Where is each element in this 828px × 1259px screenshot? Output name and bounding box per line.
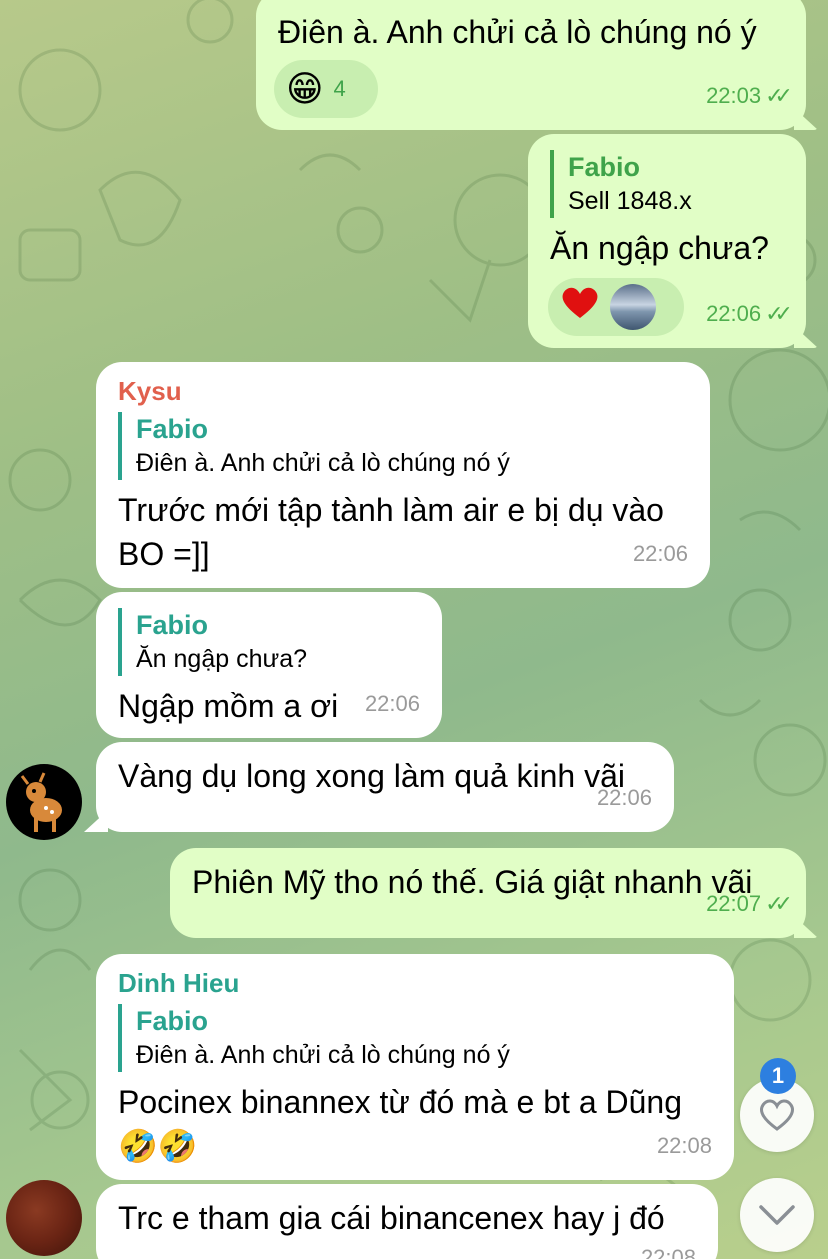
deer-icon [20, 772, 62, 832]
reactions-badge: 1 [760, 1058, 796, 1094]
reply-author: Fabio [568, 152, 640, 182]
reply-text: Sell 1848.x [568, 187, 692, 215]
reply-quote[interactable]: Fabio Sell 1848.x [550, 150, 784, 218]
message-time: 22:06 [596, 785, 652, 810]
message-emoji: 🤣🤣 [118, 1128, 198, 1164]
outgoing-message[interactable]: Phiên Mỹ tho nó thế. Giá giật nhanh vãi … [170, 848, 806, 938]
reply-quote[interactable]: Fabio Điên à. Anh chửi cả lò chúng nó ý [118, 1004, 712, 1072]
sender-avatar[interactable] [6, 764, 82, 840]
incoming-message[interactable]: Trc e tham gia cái binancenex hay j đó 2… [96, 1184, 718, 1259]
reaction-chip[interactable] [548, 278, 684, 336]
message-text-line: BO =]] [118, 536, 210, 572]
reaction-count: 4 [333, 76, 346, 101]
message-text: Ăn ngập chưa? [550, 230, 769, 266]
reaction-chip[interactable]: 😁 4 [274, 60, 378, 118]
message-text: Vàng dụ long xong làm quả kinh vãi [118, 758, 626, 794]
scroll-down-button[interactable] [740, 1178, 814, 1252]
double-check-icon: ✓✓ [765, 83, 793, 108]
sender-name[interactable]: Kysu [118, 374, 688, 408]
reactor-avatar [610, 284, 656, 330]
outgoing-message[interactable]: Điên à. Anh chửi cả lò chúng nó ý 😁 4 22… [256, 0, 806, 130]
reply-author: Fabio [136, 1006, 208, 1036]
sender-avatar[interactable] [6, 1180, 82, 1256]
message-time: 22:08 [656, 1133, 712, 1158]
message-text: Pocinex binannex từ đó mà e bt a Dũng [118, 1084, 682, 1120]
message-time: 22:06 ✓✓ [706, 292, 793, 336]
reply-quote[interactable]: Fabio Điên à. Anh chửi cả lò chúng nó ý [118, 412, 688, 480]
incoming-message[interactable]: Fabio Ăn ngập chưa? Ngập mồm a ơi 22:06 [96, 592, 442, 738]
grin-emoji-icon: 😁 [286, 68, 324, 109]
chevron-down-icon [759, 1205, 795, 1225]
message-time: 22:03 ✓✓ [706, 74, 793, 118]
message-time: 22:08 [640, 1245, 696, 1259]
sender-name[interactable]: Dinh Hieu [118, 966, 712, 1000]
reply-author: Fabio [136, 610, 208, 640]
reply-text: Điên à. Anh chửi cả lò chúng nó ý [136, 449, 510, 477]
heart-outline-icon [760, 1099, 794, 1131]
heart-reaction-icon [560, 284, 600, 331]
incoming-message[interactable]: Kysu Fabio Điên à. Anh chửi cả lò chúng … [96, 362, 710, 588]
message-text: Điên à. Anh chửi cả lò chúng nó ý [278, 14, 757, 50]
message-time: 22:07 ✓✓ [706, 882, 793, 926]
reply-text: Điên à. Anh chửi cả lò chúng nó ý [136, 1041, 510, 1069]
message-text: Phiên Mỹ tho nó thế. Giá giật nhanh vãi [192, 864, 753, 900]
incoming-message[interactable]: Dinh Hieu Fabio Điên à. Anh chửi cả lò c… [96, 954, 734, 1180]
message-text: Trc e tham gia cái binancenex hay j đó [118, 1200, 665, 1236]
reply-text: Ăn ngập chưa? [136, 645, 308, 673]
double-check-icon: ✓✓ [765, 301, 793, 326]
message-time: 22:06 [632, 541, 688, 566]
incoming-message[interactable]: Vàng dụ long xong làm quả kinh vãi 22:06 [96, 742, 674, 832]
message-text-line: Trước mới tập tành làm air e bị dụ vào [118, 492, 664, 528]
outgoing-message[interactable]: Fabio Sell 1848.x Ăn ngập chưa? 22:06 ✓✓ [528, 134, 806, 348]
reply-quote[interactable]: Fabio Ăn ngập chưa? [118, 608, 420, 676]
message-time: 22:06 [364, 691, 420, 716]
double-check-icon: ✓✓ [765, 891, 793, 916]
reply-author: Fabio [136, 414, 208, 444]
